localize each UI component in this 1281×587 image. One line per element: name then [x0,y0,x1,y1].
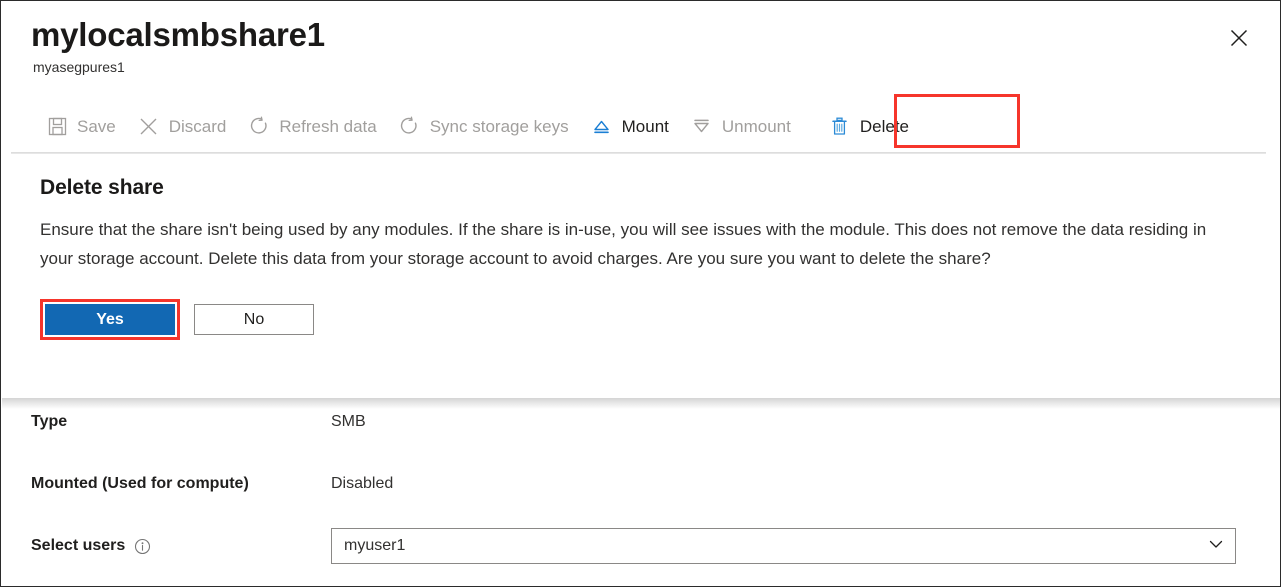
form-value-type: SMB [331,413,366,431]
unmount-eject-icon [691,116,713,138]
cancel-no-button[interactable]: No [194,304,314,335]
command-bar: Save Discard Refresh data [1,101,1280,152]
discard-x-icon [138,116,160,138]
form-row-mounted: Mounted (Used for compute) Disabled [31,453,1280,515]
trash-icon [829,116,851,138]
dialog-title: Delete share [40,176,1250,200]
page-header: mylocalsmbshare1 myasegpures1 [1,1,1280,77]
command-refresh-data[interactable]: Refresh data [237,107,387,147]
form-label-mounted: Mounted (Used for compute) [31,475,331,493]
command-mount-label: Mount [622,117,669,137]
sync-icon [399,116,421,138]
refresh-icon [248,116,270,138]
select-users-label-text: Select users [31,537,125,555]
command-discard[interactable]: Discard [127,107,238,147]
close-button[interactable] [1222,21,1256,55]
form-label-select-users: Select users [31,537,331,555]
share-properties-form: Type SMB Mounted (Used for compute) Disa… [1,391,1280,577]
command-delete[interactable]: Delete [818,107,920,147]
form-row-select-users: Select users myuser1 [31,515,1280,577]
command-refresh-data-label: Refresh data [279,117,376,137]
command-unmount-label: Unmount [722,117,791,137]
info-icon[interactable] [134,538,151,555]
chevron-down-icon [1208,536,1224,557]
select-users-dropdown[interactable]: myuser1 [331,528,1236,564]
confirm-yes-button[interactable]: Yes [45,304,175,335]
form-label-type: Type [31,413,331,431]
share-details-page: mylocalsmbshare1 myasegpures1 Save [0,0,1281,587]
command-mount[interactable]: Mount [580,107,680,147]
dialog-body-text: Ensure that the share isn't being used b… [40,216,1232,273]
save-icon [46,116,68,138]
command-sync-storage-keys[interactable]: Sync storage keys [388,107,580,147]
page-title: mylocalsmbshare1 [31,15,1250,55]
delete-share-dialog: Delete share Ensure that the share isn't… [2,154,1280,398]
select-users-value: myuser1 [344,537,405,555]
command-discard-label: Discard [169,117,227,137]
command-delete-label: Delete [860,117,909,137]
close-icon [1229,28,1249,48]
command-save-label: Save [77,117,116,137]
command-save[interactable]: Save [35,107,127,147]
form-value-mounted: Disabled [331,475,393,493]
dialog-actions: Yes No [40,299,1250,340]
command-unmount[interactable]: Unmount [680,107,802,147]
mount-eject-icon [591,116,613,138]
page-subtitle: myasegpures1 [33,57,1250,77]
command-sync-storage-keys-label: Sync storage keys [430,117,569,137]
confirm-button-highlight: Yes [40,299,180,340]
